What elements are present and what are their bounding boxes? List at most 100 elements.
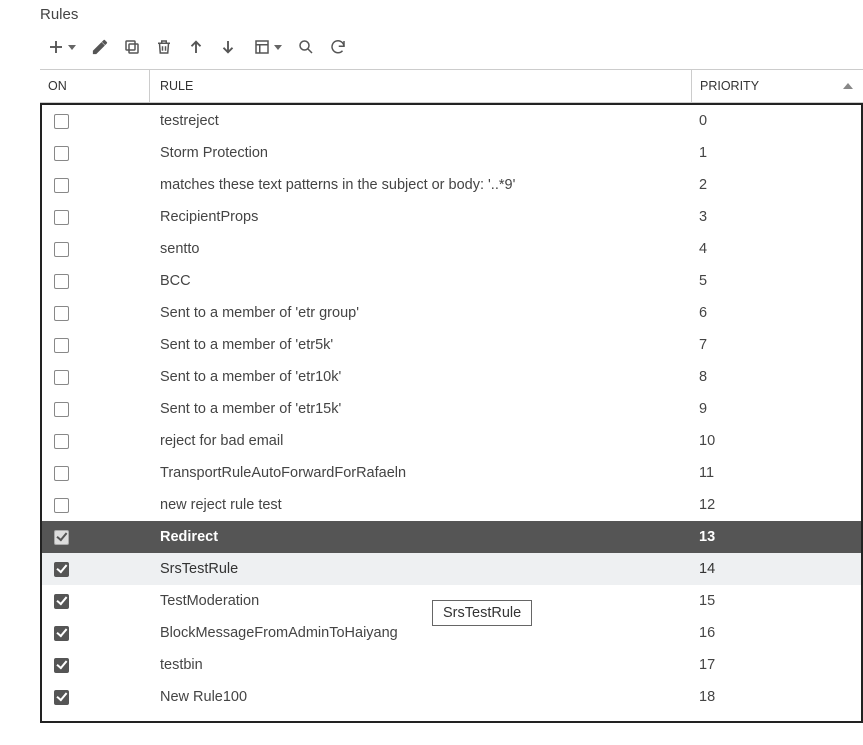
table-row[interactable]: SrsTestRule14 [42,553,861,585]
table-row[interactable]: Sent to a member of 'etr15k'9 [42,393,861,425]
table-row[interactable]: matches these text patterns in the subje… [42,169,861,201]
cell-rule: testbin [150,657,691,673]
copy-icon [123,38,141,56]
table-row[interactable]: sentto4 [42,233,861,265]
cell-on [42,658,150,673]
sort-asc-icon [843,83,853,89]
rules-grid: ON RULE PRIORITY testreject0Storm Protec… [40,69,863,723]
table-row[interactable]: TestModeration15 [42,585,861,617]
on-checkbox[interactable] [54,242,69,257]
cell-rule: new reject rule test [150,497,691,513]
cell-rule: Redirect [150,529,691,545]
on-checkbox[interactable] [54,498,69,513]
cell-rule: Sent to a member of 'etr5k' [150,337,691,353]
cell-priority: 1 [691,145,861,161]
column-header-on[interactable]: ON [40,70,150,102]
cell-rule: BCC [150,273,691,289]
refresh-icon [329,38,347,56]
cell-on [42,530,150,545]
cell-rule: matches these text patterns in the subje… [150,177,691,193]
cell-priority: 4 [691,241,861,257]
cell-priority: 7 [691,337,861,353]
copy-button[interactable] [118,33,146,61]
table-row[interactable]: Sent to a member of 'etr5k'7 [42,329,861,361]
table-row[interactable]: Storm Protection1 [42,137,861,169]
on-checkbox[interactable] [54,658,69,673]
add-button[interactable] [40,33,82,61]
cell-priority: 9 [691,401,861,417]
move-up-button[interactable] [182,33,210,61]
toolbar [40,29,863,69]
on-checkbox[interactable] [54,626,69,641]
cell-priority: 16 [691,625,861,641]
column-header-priority[interactable]: PRIORITY [691,70,863,102]
table-row[interactable]: testbin17 [42,649,861,681]
cell-rule: Storm Protection [150,145,691,161]
table-row[interactable]: testreject0 [42,105,861,137]
cell-rule: TestModeration [150,593,691,609]
move-down-button[interactable] [214,33,242,61]
cell-priority: 8 [691,369,861,385]
cell-on [42,434,150,449]
column-header-rule[interactable]: RULE [150,70,691,102]
cell-on [42,146,150,161]
on-checkbox[interactable] [54,274,69,289]
table-row[interactable]: Sent to a member of 'etr10k'8 [42,361,861,393]
caret-down-icon [274,45,282,50]
cell-on [42,210,150,225]
on-checkbox[interactable] [54,594,69,609]
cell-on [42,498,150,513]
on-checkbox[interactable] [54,562,69,577]
cell-on [42,690,150,705]
cell-on [42,306,150,321]
grid-body[interactable]: testreject0Storm Protection1matches thes… [42,105,861,721]
cell-on [42,114,150,129]
table-row[interactable]: BlockMessageFromAdminToHaiyang16 [42,617,861,649]
on-checkbox[interactable] [54,690,69,705]
on-checkbox[interactable] [54,306,69,321]
table-row[interactable]: RecipientProps3 [42,201,861,233]
grid-body-wrap: testreject0Storm Protection1matches thes… [40,103,863,723]
table-row[interactable]: BCC5 [42,265,861,297]
on-checkbox[interactable] [54,370,69,385]
on-checkbox[interactable] [54,434,69,449]
search-icon [297,38,315,56]
cell-on [42,626,150,641]
cell-rule: BlockMessageFromAdminToHaiyang [150,625,691,641]
table-row[interactable]: Sent to a member of 'etr group'6 [42,297,861,329]
on-checkbox[interactable] [54,402,69,417]
refresh-button[interactable] [324,33,352,61]
export-button[interactable] [246,33,288,61]
table-row[interactable]: TransportRuleAutoForwardForRafaeln11 [42,457,861,489]
column-header-priority-label: PRIORITY [700,79,759,93]
cell-priority: 18 [691,689,861,705]
cell-priority: 6 [691,305,861,321]
cell-on [42,370,150,385]
cell-priority: 15 [691,593,861,609]
panel-title: Rules [40,6,863,23]
on-checkbox[interactable] [54,338,69,353]
cell-rule: reject for bad email [150,433,691,449]
table-row[interactable]: new reject rule test12 [42,489,861,521]
caret-down-icon [68,45,76,50]
on-checkbox[interactable] [54,210,69,225]
plus-icon [47,38,65,56]
delete-button[interactable] [150,33,178,61]
cell-priority: 11 [691,465,861,481]
table-row[interactable]: Redirect13 [42,521,861,553]
on-checkbox[interactable] [54,530,69,545]
on-checkbox[interactable] [54,178,69,193]
trash-icon [155,38,173,56]
edit-button[interactable] [86,33,114,61]
on-checkbox[interactable] [54,146,69,161]
on-checkbox[interactable] [54,466,69,481]
table-row[interactable]: reject for bad email10 [42,425,861,457]
search-button[interactable] [292,33,320,61]
table-row[interactable]: New Rule10018 [42,681,861,713]
on-checkbox[interactable] [54,114,69,129]
cell-rule: TransportRuleAutoForwardForRafaeln [150,465,691,481]
arrow-up-icon [187,38,205,56]
rules-panel: Rules ON [0,0,863,723]
cell-on [42,562,150,577]
cell-priority: 0 [691,113,861,129]
